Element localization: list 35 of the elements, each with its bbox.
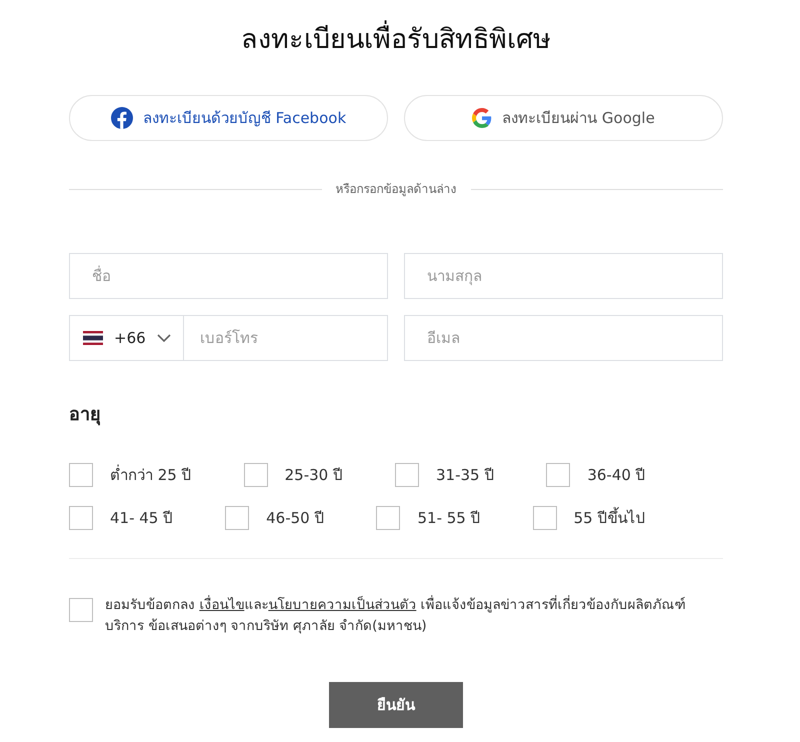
age-option-label: 55 ปีขึ้นไป [574, 506, 646, 529]
age-option-label: 51- 55 ปี [417, 508, 481, 529]
age-heading: อายุ [69, 403, 101, 428]
email-field[interactable]: อีเมล [404, 315, 723, 361]
inline-link[interactable]: นโยบายความเป็นส่วนตัว [268, 597, 416, 613]
checkbox[interactable] [244, 463, 268, 487]
checkbox[interactable] [69, 506, 93, 530]
age-option-label: ต่ำกว่า 25 ปี [110, 464, 192, 486]
age-option-label: 36-40 ปี [587, 465, 646, 486]
age-option-label: 41- 45 ปี [110, 508, 174, 529]
age-option-label: 31-35 ปี [436, 465, 494, 486]
age-option-label: 46-50 ปี [266, 508, 324, 529]
google-icon [472, 108, 492, 128]
phone-field[interactable]: เบอร์โทร [184, 315, 388, 361]
checkbox[interactable] [376, 506, 400, 530]
divider-text: หรือกรอกข้อมูลด้านล่าง [336, 181, 456, 198]
inline-link[interactable]: เงื่อนไข [199, 597, 244, 613]
page-title: ลงทะเบียนเพื่อรับสิทธิพิเศษ [241, 18, 551, 62]
flag-icon [83, 331, 103, 345]
facebook-icon [110, 107, 133, 129]
submit-button[interactable]: ยืนยัน [329, 682, 463, 728]
checkbox[interactable] [69, 598, 93, 622]
consent-text: ยอมรับข้อตกลง เงื่อนไขและนโยบายความเป็นส่วนตัว เพื่อแจ้งข้อมูลข่าวสารที่เกี่ยวข้องกับผลิตภัณฑ์ บริการ ข้อเสนอต่างๆ จากบริษัท ศุภาลัย จำกัด(มหาชน) [105, 595, 687, 636]
google-signup-button[interactable]: ลงทะเบียนผ่าน Google [404, 95, 723, 141]
age-option-label: 25-30 ปี [284, 465, 343, 486]
first-name-field[interactable]: ชื่อ [69, 253, 388, 299]
country-code-select[interactable]: +66 [69, 315, 184, 361]
checkbox[interactable] [225, 506, 250, 530]
checkbox[interactable] [532, 506, 557, 530]
checkbox[interactable] [546, 463, 570, 487]
checkbox[interactable] [394, 463, 419, 487]
checkbox[interactable] [69, 463, 93, 487]
facebook-signup-button[interactable]: ลงทะเบียนด้วยบัญชี Facebook [69, 95, 388, 141]
last-name-field[interactable]: นามสกุล [404, 253, 723, 299]
chevron-down-icon [156, 334, 171, 342]
